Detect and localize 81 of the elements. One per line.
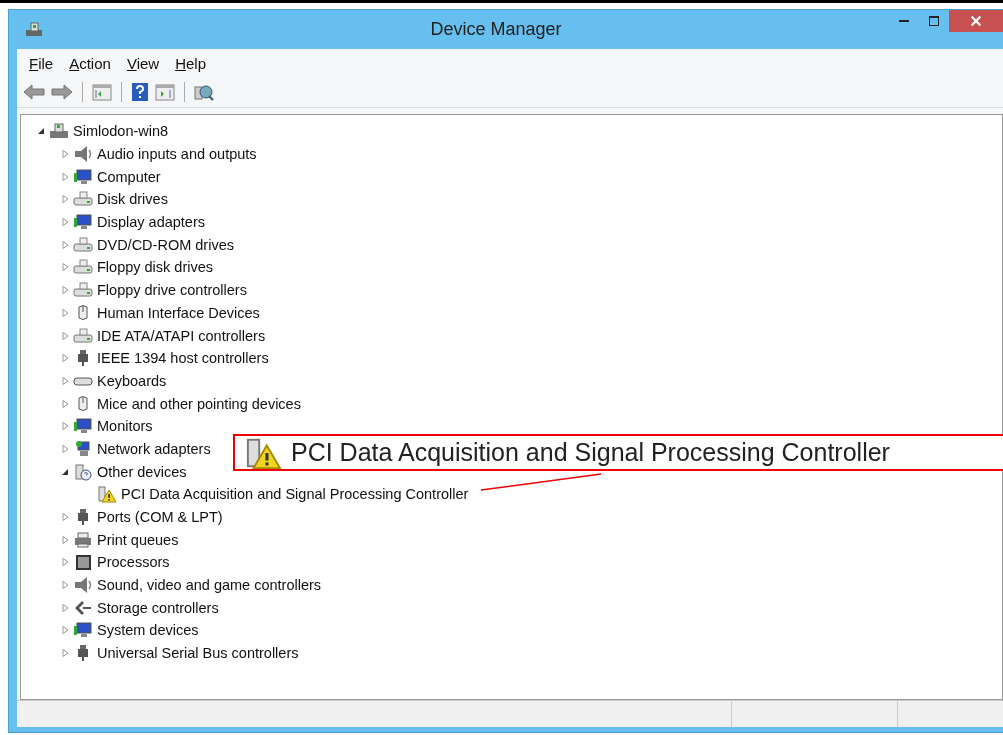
tree-item[interactable]: Print queues (97, 531, 179, 548)
close-button[interactable] (949, 10, 1003, 32)
expand-arrow-icon[interactable] (60, 194, 70, 205)
tree-item[interactable]: Processors (97, 554, 170, 571)
menu-item[interactable]: File (23, 52, 60, 74)
monitor-icon (73, 213, 93, 232)
expand-arrow-icon[interactable] (60, 239, 70, 250)
printer-icon (73, 530, 93, 549)
network-icon (73, 439, 93, 458)
tree-item[interactable]: DVD/CD-ROM drives (97, 236, 234, 253)
warning-icon (97, 485, 117, 504)
forward-arrow-icon[interactable] (51, 84, 73, 100)
monitor-icon (73, 167, 93, 186)
action-pane-icon[interactable] (155, 83, 175, 101)
close-icon (971, 16, 981, 26)
expand-arrow-icon[interactable] (60, 375, 70, 386)
tree-item[interactable]: Other devices (97, 463, 187, 480)
monitor-icon (73, 621, 93, 640)
expand-arrow-icon[interactable] (60, 398, 70, 409)
expand-arrow-icon[interactable] (60, 330, 70, 341)
tree-item[interactable]: Keyboards (97, 372, 167, 389)
tree-item[interactable]: Human Interface Devices (97, 304, 260, 321)
expand-arrow-icon[interactable] (60, 262, 70, 273)
tree-item[interactable]: Floppy disk drives (97, 259, 214, 276)
drive-icon (73, 326, 93, 345)
expand-arrow-icon[interactable] (60, 443, 70, 454)
tree-item[interactable]: IEEE 1394 host controllers (97, 350, 269, 367)
tree-item[interactable]: System devices (97, 622, 199, 639)
tree-item[interactable]: Audio inputs and outputs (97, 146, 257, 163)
maximize-icon (929, 16, 939, 26)
computer-icon (49, 122, 69, 141)
expand-arrow-icon[interactable] (60, 307, 70, 318)
monitor-icon (73, 417, 93, 436)
menu-item[interactable]: Help (169, 52, 212, 74)
tree-item[interactable]: Network adapters (97, 440, 211, 457)
speaker-icon (73, 576, 93, 595)
collapse-arrow-icon[interactable] (36, 126, 46, 137)
expand-arrow-icon[interactable] (60, 512, 70, 523)
expand-arrow-icon[interactable] (60, 149, 70, 160)
speaker-icon (73, 145, 93, 164)
tree-item[interactable]: Computer (97, 168, 161, 185)
expand-arrow-icon[interactable] (60, 602, 70, 613)
drive-icon (73, 190, 93, 209)
tree-item[interactable]: Monitors (97, 418, 153, 435)
expand-arrow-icon[interactable] (60, 648, 70, 659)
expand-arrow-icon[interactable] (60, 217, 70, 228)
device-manager-icon (25, 21, 43, 38)
tree-item[interactable]: IDE ATA/ATAPI controllers (97, 327, 266, 344)
storage-icon (73, 598, 93, 617)
help-icon[interactable] (131, 82, 149, 102)
tree-item[interactable]: Ports (COM & LPT) (97, 509, 223, 526)
drive-icon (73, 281, 93, 300)
minimize-icon (899, 20, 909, 22)
chip-icon (73, 553, 93, 572)
drive-icon (73, 258, 93, 277)
callout-text: PCI Data Acquisition and Signal Processing Controller (291, 438, 890, 467)
expand-arrow-icon[interactable] (60, 557, 70, 568)
tree-item[interactable]: Display adapters (97, 214, 205, 231)
expand-arrow-icon[interactable] (60, 421, 70, 432)
tree-item[interactable]: Storage controllers (97, 599, 219, 616)
drive-icon (73, 235, 93, 254)
window-title: Device Manager (430, 19, 562, 40)
menu-item[interactable]: View (120, 52, 166, 74)
expand-arrow-icon[interactable] (60, 285, 70, 296)
expand-arrow-icon[interactable] (60, 171, 70, 182)
expand-arrow-icon[interactable] (60, 580, 70, 591)
expand-arrow-icon[interactable] (60, 353, 70, 364)
tree-item[interactable]: Disk drives (97, 191, 168, 208)
tree-item[interactable]: Universal Serial Bus controllers (97, 645, 299, 662)
tree-item[interactable]: PCI Data Acquisition and Signal Processing Controller (121, 486, 469, 503)
tree-item[interactable]: Simlodon-win8 (73, 123, 169, 140)
scan-hardware-icon[interactable] (194, 83, 214, 101)
back-arrow-icon[interactable] (23, 84, 45, 100)
unknown-icon (73, 462, 93, 481)
tree-item[interactable]: Sound, video and game controllers (97, 577, 322, 594)
expand-arrow-icon[interactable] (60, 534, 70, 545)
console-tree-icon[interactable] (92, 83, 112, 101)
tree-item[interactable]: Floppy drive controllers (97, 282, 247, 299)
tree-item[interactable]: Mice and other pointing devices (97, 395, 301, 412)
menu-item[interactable]: Action (63, 52, 117, 74)
expand-arrow-icon[interactable] (60, 625, 70, 636)
